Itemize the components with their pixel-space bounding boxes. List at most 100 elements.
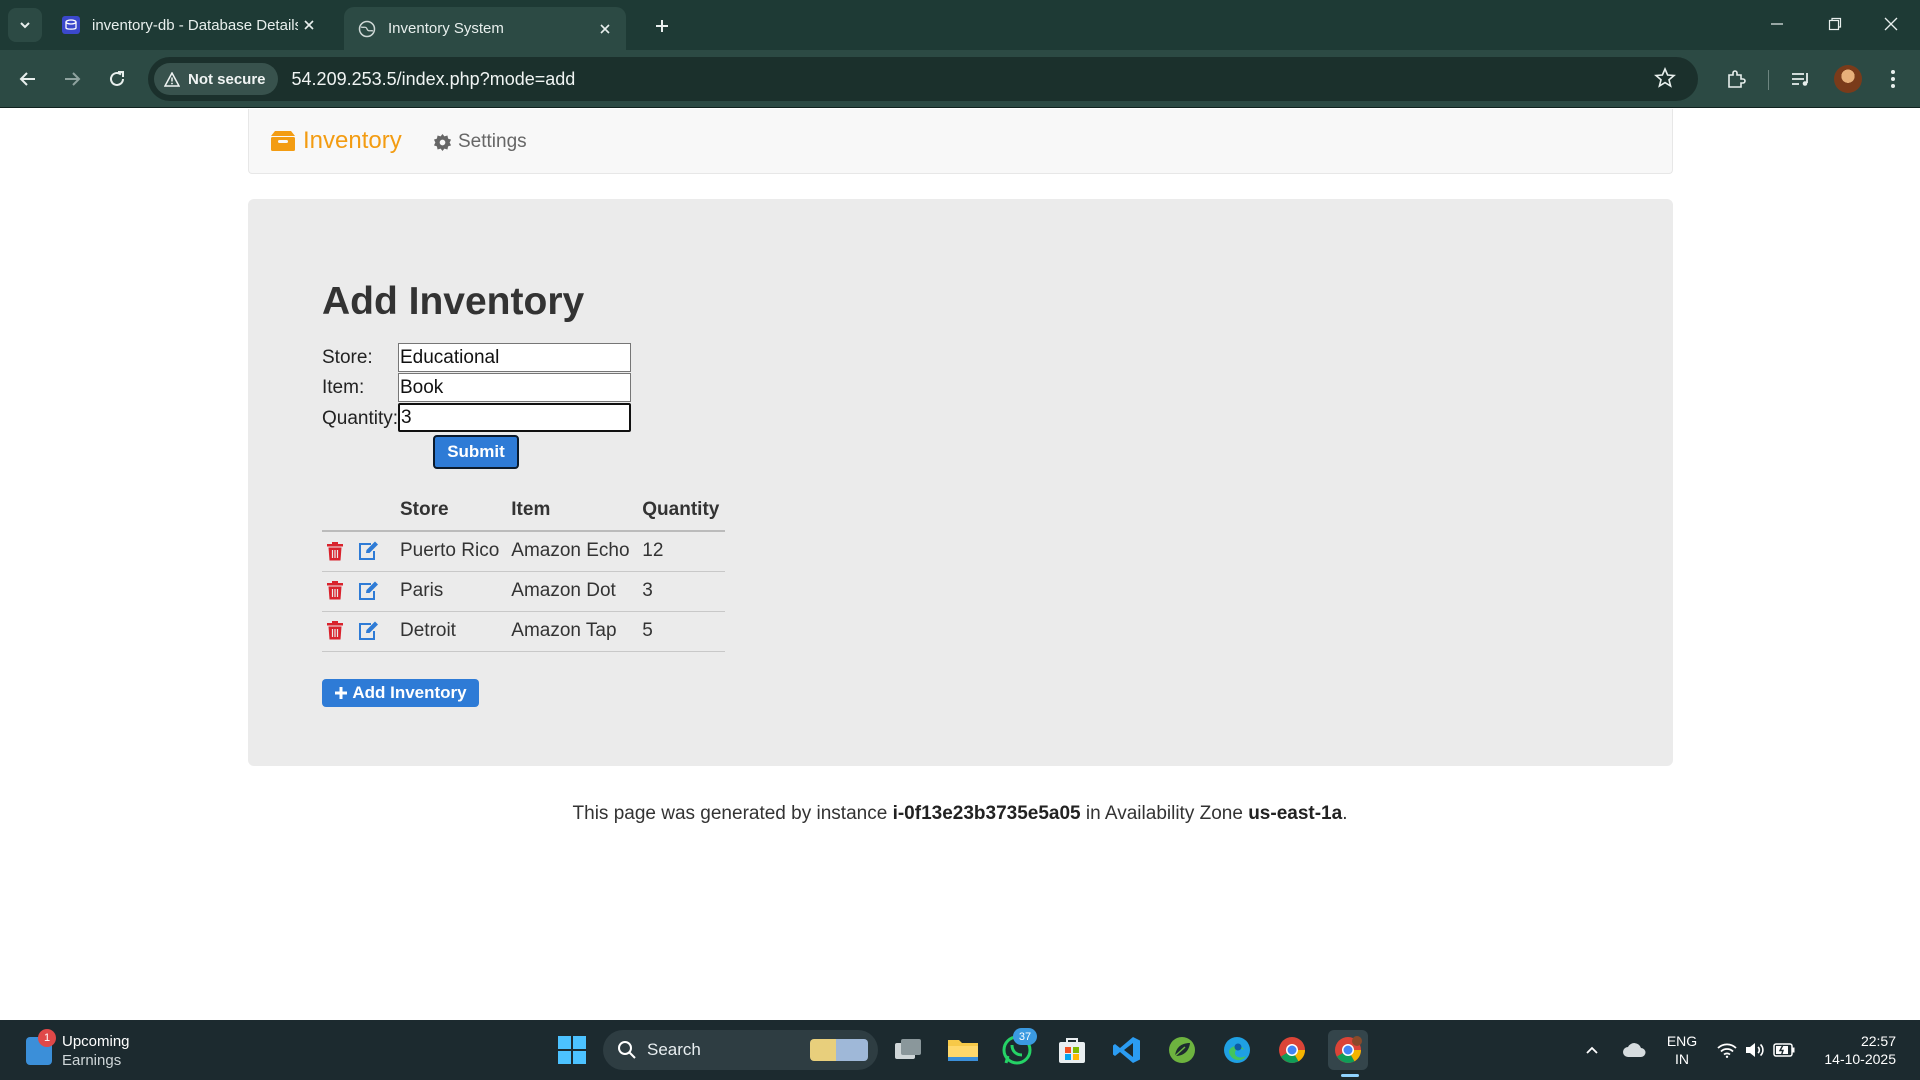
forward-button[interactable] — [54, 61, 90, 97]
quantity-cell: 5 — [636, 611, 726, 652]
extensions-button[interactable] — [1718, 61, 1754, 97]
settings-label: Settings — [458, 131, 527, 152]
item-cell: Amazon Echo — [505, 531, 637, 572]
gear-icon — [433, 133, 452, 151]
windows-taskbar: 1 Upcoming Earnings Search ENG IN 22:57 … — [0, 1020, 1920, 1080]
trash-icon[interactable] — [326, 581, 344, 600]
plus-icon — [335, 687, 348, 699]
store-input[interactable] — [398, 343, 631, 372]
rds-database-icon — [62, 16, 80, 34]
minimize-icon — [1771, 23, 1783, 25]
chrome-profile-icon — [1335, 1036, 1362, 1063]
quantity-cell: 12 — [636, 531, 726, 572]
spring-leaf-icon — [1169, 1037, 1195, 1063]
url-text[interactable]: 54.209.253.5/index.php?mode=add — [292, 69, 576, 90]
plus-icon — [656, 20, 668, 32]
brand-link[interactable]: Inventory — [269, 127, 402, 155]
chrome-profile-button[interactable] — [1328, 1030, 1368, 1070]
tab-title: Inventory System — [388, 20, 504, 37]
clock-date: 14-10-2025 — [1824, 1051, 1896, 1067]
taskbar-search[interactable]: Search — [603, 1030, 878, 1070]
windows-logo-icon — [558, 1036, 586, 1064]
tab-title: inventory-db - Database Details — [92, 16, 298, 34]
store-cell: Paris — [394, 571, 506, 612]
edit-icon[interactable] — [357, 621, 379, 641]
add-inventory-button[interactable]: Add Inventory — [322, 679, 479, 707]
footer-prefix: This page was generated by instance — [572, 803, 888, 824]
back-button[interactable] — [10, 61, 46, 97]
speaker-icon — [1746, 1043, 1764, 1057]
vscode-icon — [1113, 1037, 1140, 1063]
file-explorer-button[interactable] — [943, 1030, 983, 1070]
task-view-button[interactable] — [888, 1030, 928, 1070]
minimize-button[interactable] — [1748, 0, 1806, 48]
footer-suffix: . — [1342, 803, 1348, 824]
onedrive-button[interactable] — [1618, 1020, 1650, 1080]
table-row: Puerto Rico Amazon Echo 12 — [322, 531, 726, 572]
main-panel: Add Inventory Store: Item: Quantity: Sub… — [248, 199, 1673, 766]
warning-icon — [164, 71, 180, 87]
tab-inventory-system[interactable]: Inventory System — [344, 7, 626, 50]
microsoft-store-button[interactable] — [1052, 1030, 1092, 1070]
chrome-icon — [1279, 1037, 1306, 1063]
inventory-table: Store Item Quantity Puerto Rico Amazon E… — [322, 490, 726, 652]
new-tab-button[interactable] — [648, 12, 676, 40]
box-icon — [271, 131, 295, 151]
close-icon — [1884, 17, 1898, 31]
browser-tab-strip: inventory-db - Database Details Inventor… — [0, 0, 1920, 50]
reload-icon — [110, 71, 124, 86]
widgets-button[interactable]: 1 Upcoming Earnings — [26, 1029, 130, 1070]
store-label: Store: — [322, 347, 373, 368]
restore-icon — [1828, 17, 1842, 31]
restore-button[interactable] — [1806, 0, 1864, 48]
close-icon[interactable] — [594, 18, 616, 40]
submit-button[interactable]: Submit — [433, 435, 519, 469]
active-app-indicator — [1341, 1074, 1359, 1077]
widget-badge: 1 — [38, 1029, 56, 1047]
row-actions — [322, 611, 394, 652]
tab-search-button[interactable] — [8, 8, 42, 42]
store-bag-icon — [1059, 1038, 1085, 1063]
spring-tool-button[interactable] — [1162, 1030, 1202, 1070]
trash-icon[interactable] — [326, 621, 344, 640]
battery-charging-icon — [1773, 1043, 1795, 1057]
wifi-status[interactable] — [1716, 1020, 1738, 1080]
app-navbar: Inventory Settings — [248, 109, 1673, 174]
settings-link[interactable]: Settings — [433, 131, 527, 153]
reload-button[interactable] — [99, 61, 135, 97]
item-input[interactable] — [398, 373, 631, 402]
close-window-button[interactable] — [1862, 0, 1920, 48]
media-controls-button[interactable] — [1783, 61, 1819, 97]
address-bar[interactable]: Not secure 54.209.253.5/index.php?mode=a… — [148, 57, 1698, 101]
chevron-up-icon — [1586, 1046, 1598, 1054]
quantity-input[interactable] — [398, 403, 631, 432]
task-view-icon — [895, 1039, 921, 1059]
battery-status[interactable] — [1772, 1020, 1796, 1080]
store-cell: Detroit — [394, 611, 506, 652]
trash-icon[interactable] — [326, 541, 344, 561]
puzzle-icon — [1728, 70, 1746, 88]
vscode-button[interactable] — [1107, 1030, 1147, 1070]
edit-icon[interactable] — [357, 581, 379, 601]
browser-menu-button[interactable] — [1875, 61, 1911, 97]
tab-database-details[interactable]: inventory-db - Database Details — [48, 7, 330, 43]
site-info-chip[interactable]: Not secure — [154, 63, 278, 95]
store-cell: Puerto Rico — [394, 531, 506, 572]
search-placeholder: Search — [647, 1040, 701, 1059]
language-indicator[interactable]: ENG IN — [1664, 1032, 1700, 1068]
chrome-button[interactable] — [1272, 1030, 1312, 1070]
chevron-down-icon — [20, 22, 30, 29]
bookmark-star-icon[interactable] — [1654, 66, 1676, 94]
start-button[interactable] — [552, 1030, 592, 1070]
show-hidden-icons-button[interactable] — [1580, 1020, 1604, 1080]
quantity-header: Quantity — [636, 490, 726, 532]
profile-avatar[interactable] — [1834, 65, 1862, 93]
close-icon[interactable] — [298, 14, 320, 36]
system-clock[interactable]: 22:57 14-10-2025 — [1810, 1032, 1896, 1068]
brand-label: Inventory — [303, 127, 402, 154]
volume-status[interactable] — [1744, 1020, 1766, 1080]
edit-icon[interactable] — [357, 541, 379, 561]
search-icon — [618, 1041, 636, 1059]
edge-browser-button[interactable] — [1217, 1030, 1257, 1070]
browser-toolbar: Not secure 54.209.253.5/index.php?mode=a… — [0, 50, 1920, 108]
